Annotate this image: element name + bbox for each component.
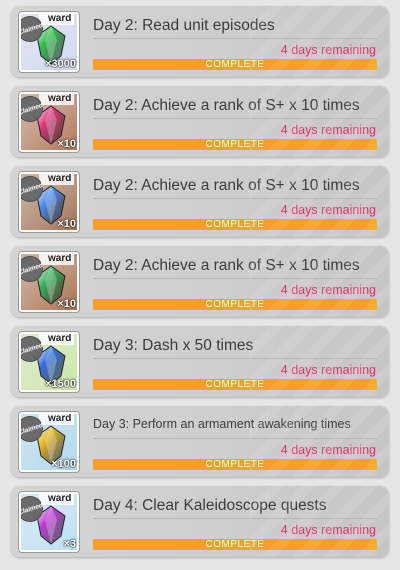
time-remaining: 4 days remaining [280,43,376,57]
status-label: COMPLETE [205,379,265,390]
status-label: COMPLETE [205,139,265,150]
time-remaining: 4 days remaining [280,523,376,537]
progress-bar: COMPLETE [93,539,377,550]
divider [93,198,377,199]
mission-list: ward Claimed ×3000 Day 2: Read unit epis… [0,0,400,570]
divider [93,438,377,439]
mission-title: Day 3: Dash x 50 times [93,337,254,354]
status-label: COMPLETE [205,219,265,230]
reward-thumbnail[interactable]: ward Claimed ×3 [19,492,79,552]
mission-title: Day 2: Achieve a rank of S+ x 10 times [93,97,360,114]
progress-bar: COMPLETE [93,459,377,470]
reward-tag: ward [39,254,75,265]
reward-tag: ward [39,174,75,185]
reward-thumbnail[interactable]: ward Claimed ×10 [19,172,79,232]
reward-tag: ward [39,494,75,505]
time-remaining: 4 days remaining [280,363,376,377]
reward-quantity: ×1500 [45,378,76,390]
progress-bar: COMPLETE [93,219,377,230]
divider [93,118,377,119]
time-remaining: 4 days remaining [280,123,376,137]
reward-tag: ward [39,414,75,425]
reward-tag: ward [39,334,75,345]
divider [93,38,377,39]
divider [93,278,377,279]
mission-card[interactable]: ward Claimed ×10 Day 2: Achieve a rank o… [11,166,389,237]
reward-thumbnail[interactable]: ward Claimed ×10 [19,252,79,312]
reward-tag: ward [39,14,75,25]
status-label: COMPLETE [205,539,265,550]
mission-title: Day 2: Achieve a rank of S+ x 10 times [93,177,360,194]
mission-title: Day 2: Read unit episodes [93,17,275,34]
reward-thumbnail[interactable]: ward Claimed ×100 [19,412,79,472]
status-label: COMPLETE [205,299,265,310]
progress-bar: COMPLETE [93,139,377,150]
mission-card[interactable]: ward Claimed ×10 Day 2: Achieve a rank o… [11,86,389,157]
reward-quantity: ×3000 [45,58,76,70]
reward-tag: ward [39,94,75,105]
time-remaining: 4 days remaining [280,443,376,457]
mission-card[interactable]: ward Claimed ×1500 Day 3: Dash x 50 time… [11,326,389,397]
mission-title: Day 3: Perform an armament awakening tim… [93,417,351,431]
mission-card[interactable]: ward Claimed ×10 Day 2: Achieve a rank o… [11,246,389,317]
divider [93,518,377,519]
mission-title: Day 4: Clear Kaleidoscope quests [93,497,327,514]
status-label: COMPLETE [205,459,265,470]
status-label: COMPLETE [205,59,265,70]
progress-bar: COMPLETE [93,299,377,310]
reward-thumbnail[interactable]: ward Claimed ×3000 [19,12,79,72]
time-remaining: 4 days remaining [280,283,376,297]
mission-title: Day 2: Achieve a rank of S+ x 10 times [93,257,360,274]
mission-card[interactable]: ward Claimed ×3 Day 4: Clear Kaleidoscop… [11,486,389,557]
reward-quantity: ×3 [63,538,76,550]
mission-card[interactable]: ward Claimed ×3000 Day 2: Read unit epis… [11,6,389,77]
mission-card[interactable]: ward Claimed ×100 Day 3: Perform an arma… [11,406,389,477]
reward-quantity: ×10 [57,218,76,230]
reward-quantity: ×10 [57,298,76,310]
divider [93,358,377,359]
time-remaining: 4 days remaining [280,203,376,217]
reward-thumbnail[interactable]: ward Claimed ×1500 [19,332,79,392]
progress-bar: COMPLETE [93,379,377,390]
reward-thumbnail[interactable]: ward Claimed ×10 [19,92,79,152]
progress-bar: COMPLETE [93,59,377,70]
reward-quantity: ×100 [51,458,76,470]
reward-quantity: ×10 [57,138,76,150]
